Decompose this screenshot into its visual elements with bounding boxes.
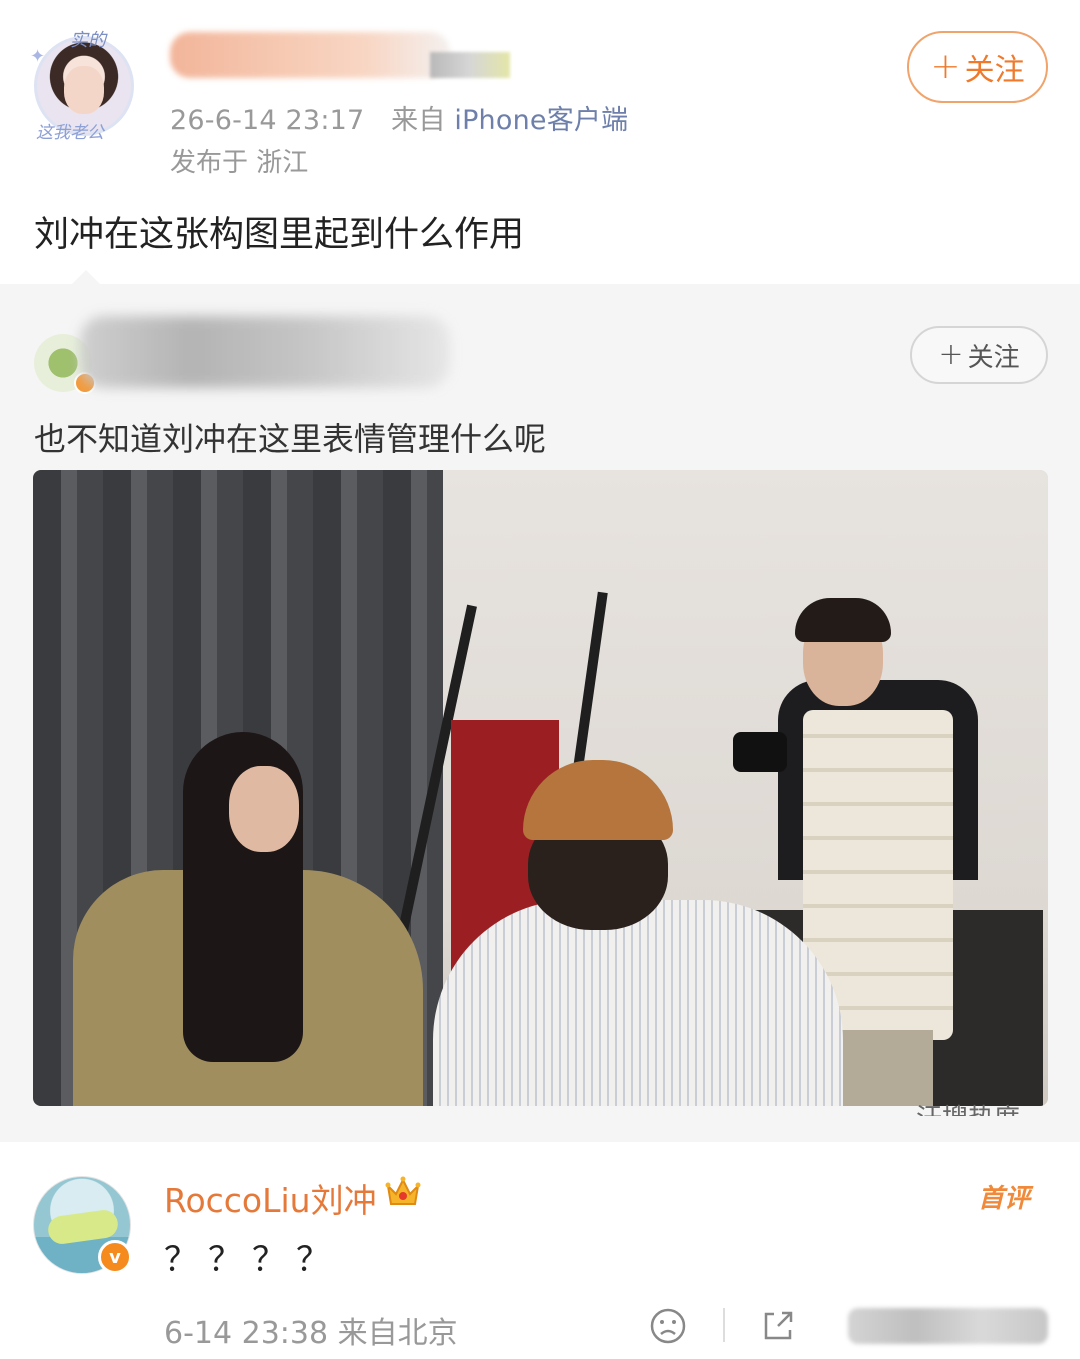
sparkle-icon: ✦ (30, 46, 46, 67)
retweet-author-name-redacted[interactable] (80, 316, 450, 388)
post-source[interactable]: iPhone客户端 (454, 105, 628, 136)
action-divider (723, 1308, 725, 1342)
retweet-text: 也不知道刘冲在这里表情管理什么呢 (34, 420, 547, 458)
follow-label: 关注 (964, 53, 1025, 88)
verified-v-icon: v (98, 1240, 132, 1274)
like-count-redacted[interactable] (848, 1308, 1048, 1344)
retweet-follow-label: 关注 (967, 342, 1020, 373)
retweeted-post[interactable]: + 关注 也不知道刘冲在这里表情管理什么呢 (0, 270, 1080, 1142)
retweet-photo[interactable] (33, 470, 1048, 1106)
avatar-tag-top: 实的 (70, 30, 106, 51)
comment-time: 6-14 23:38 来自北京 (164, 1316, 458, 1351)
photo-camera (733, 732, 787, 772)
author-badge-redacted (430, 52, 510, 78)
photo-woman-face (229, 766, 299, 852)
plus-icon: + (938, 337, 964, 372)
avatar-tag-bottom: 这我老公 (36, 123, 104, 143)
post-text: 刘冲在这张构图里起到什么作用 (34, 215, 525, 255)
commenter-name[interactable]: RoccoLiu刘冲 (164, 1174, 377, 1222)
post-location: 发布于 浙江 (170, 148, 309, 178)
author-avatar[interactable]: ✦ 实的 这我老公 (28, 18, 140, 144)
comment-text: ？？？？ (164, 1240, 340, 1280)
retweet-follow-button[interactable]: + 关注 (910, 326, 1048, 384)
retweet-pointer (72, 270, 100, 284)
post-timestamp: 26-6-14 23:17 (170, 105, 365, 136)
main-post: ✦ 实的 这我老公 26-6-14 23:17 来自 iPhone客户端 发布于… (0, 0, 1080, 282)
hot-search-label[interactable]: 汗搜热度 (916, 1098, 1020, 1116)
post-meta: 26-6-14 23:17 来自 iPhone客户端 (170, 98, 628, 137)
photo-photographer-hair (795, 598, 891, 642)
share-icon[interactable] (758, 1306, 798, 1346)
author-name-redacted[interactable] (170, 32, 450, 78)
first-comment-badge: 首评 (978, 1184, 1031, 1214)
photo-man-shirt (433, 900, 843, 1106)
post-from-prefix: 来自 (391, 105, 446, 136)
plus-icon: + (930, 46, 961, 87)
avatar-face (64, 66, 104, 114)
emoji-icon[interactable] (648, 1306, 688, 1346)
crown-icon (385, 1176, 421, 1205)
follow-button[interactable]: + 关注 (907, 31, 1048, 103)
